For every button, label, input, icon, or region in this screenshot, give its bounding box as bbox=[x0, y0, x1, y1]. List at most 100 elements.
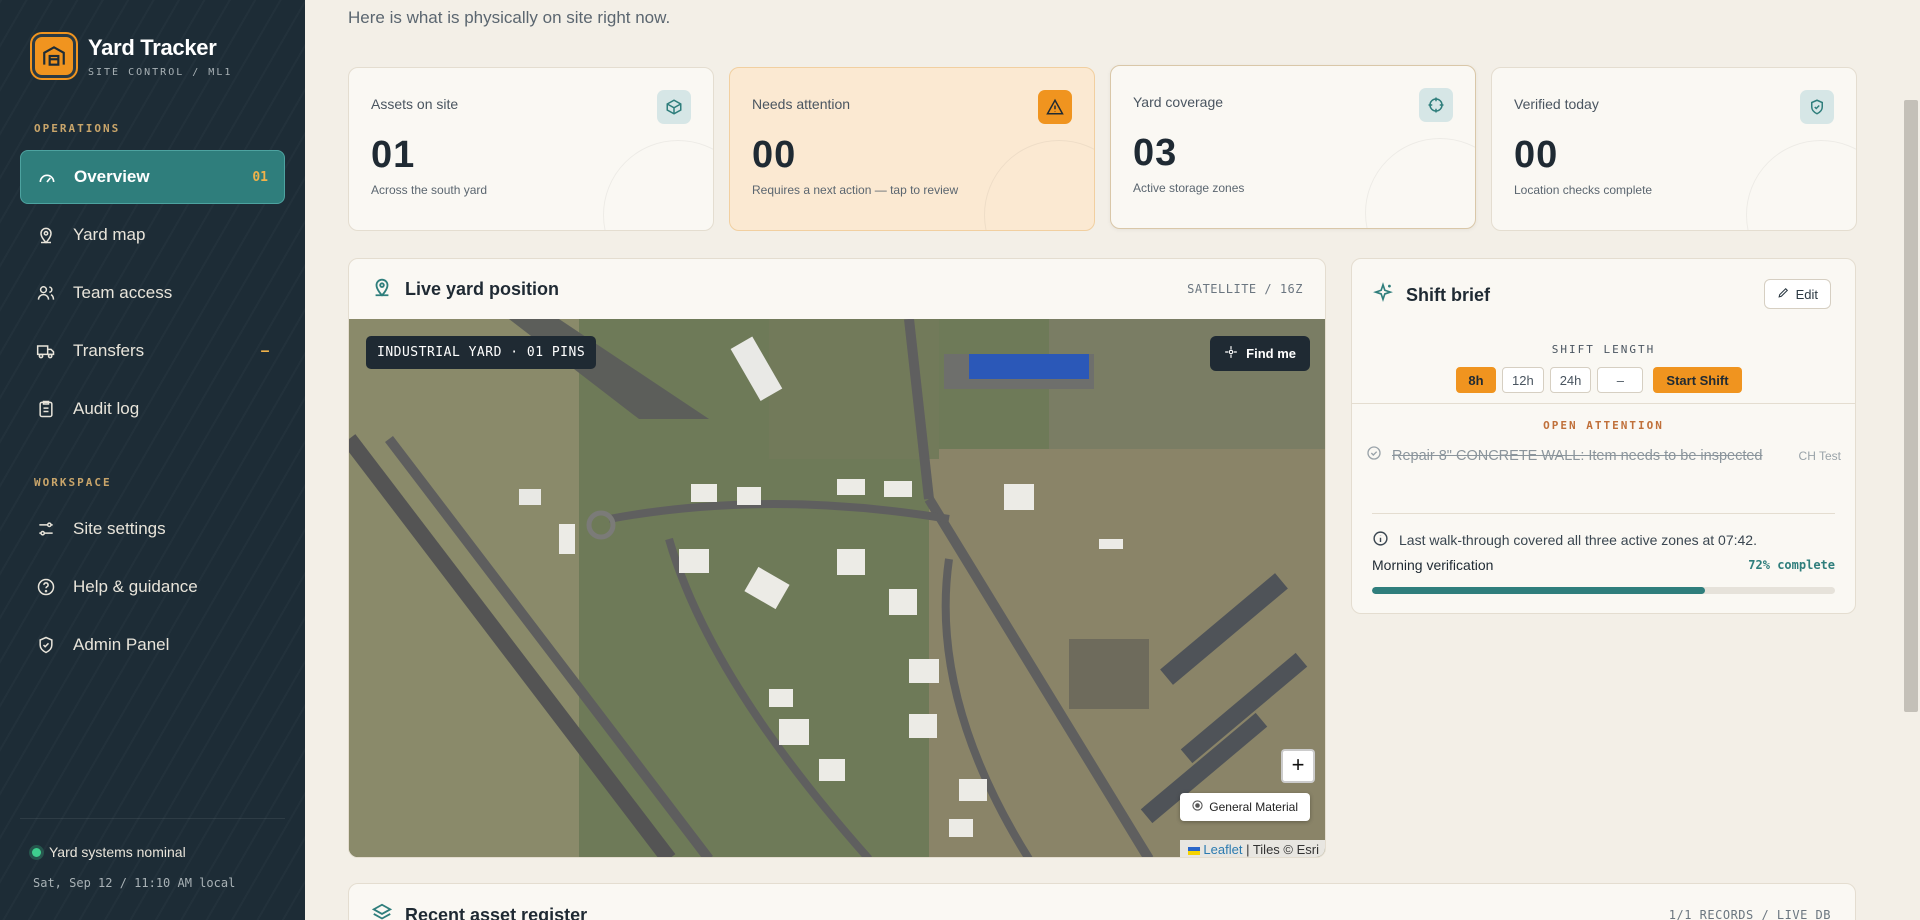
nav-admin-panel[interactable]: Admin Panel bbox=[20, 618, 285, 672]
nav-site-settings[interactable]: Site settings bbox=[20, 502, 285, 556]
sparkles-icon bbox=[1372, 281, 1394, 309]
pencil-icon bbox=[1777, 286, 1790, 302]
stat-card-assets[interactable]: Assets on site 01 Across the south yard bbox=[348, 67, 714, 231]
find-me-label: Find me bbox=[1246, 346, 1296, 361]
nav-overview-badge: 01 bbox=[252, 169, 268, 185]
sliders-icon bbox=[35, 518, 57, 540]
warning-icon bbox=[1038, 90, 1072, 124]
verification-label: Morning verification bbox=[1372, 557, 1494, 573]
users-icon bbox=[35, 282, 57, 304]
stat-label: Verified today bbox=[1514, 96, 1599, 112]
nav-admin-panel-label: Admin Panel bbox=[73, 635, 170, 654]
nav-overview[interactable]: Overview 01 bbox=[20, 150, 285, 204]
shift-length-label: SHIFT LENGTH bbox=[1551, 343, 1656, 356]
warehouse-logo-icon bbox=[32, 34, 76, 78]
map-title: Live yard position bbox=[405, 278, 560, 299]
page-scrollbar[interactable] bbox=[1904, 100, 1918, 712]
shift-brief-title: Shift brief bbox=[1406, 284, 1490, 305]
brand-title: Yard Tracker bbox=[88, 34, 217, 60]
shift-brief-panel: Shift brief Edit SHIFT LENGTH 8h 12h 24h… bbox=[1351, 258, 1856, 614]
stat-label: Needs attention bbox=[752, 96, 851, 112]
walkthrough-note: Last walk-through covered all three acti… bbox=[1372, 513, 1835, 550]
nav-team-access-label: Team access bbox=[73, 283, 173, 302]
shift-option-8h[interactable]: 8h bbox=[1456, 367, 1496, 393]
open-attention-label: OPEN ATTENTION bbox=[1543, 419, 1664, 432]
map-meta: SATELLITE / 16Z bbox=[1187, 282, 1303, 296]
operations-section-label: OPERATIONS bbox=[34, 122, 121, 135]
nav-help[interactable]: Help & guidance bbox=[20, 560, 285, 614]
asset-register-panel: Recent asset register 1/1 RECORDS / LIVE… bbox=[348, 883, 1856, 920]
ukraine-flag-icon bbox=[1187, 846, 1200, 855]
find-me-button[interactable]: Find me bbox=[1210, 336, 1310, 371]
edit-label: Edit bbox=[1795, 286, 1818, 302]
system-status-text: Yard systems nominal bbox=[49, 844, 186, 860]
walkthrough-note-text: Last walk-through covered all three acti… bbox=[1399, 532, 1757, 548]
system-status: Yard systems nominal bbox=[32, 844, 186, 860]
page-intro: Here is what is physically on site right… bbox=[348, 8, 671, 27]
layer-label: General Material bbox=[1209, 800, 1298, 814]
map-pin-icon bbox=[371, 276, 393, 303]
map-attribution: Leaflet | Tiles © Esri bbox=[1179, 840, 1325, 857]
shift-length-selector: 8h 12h 24h – Start Shift bbox=[1456, 367, 1742, 393]
attention-item-owner: CH Test bbox=[1798, 448, 1841, 463]
help-icon bbox=[35, 576, 57, 598]
stat-card-attention[interactable]: Needs attention 00 Requires a next actio… bbox=[729, 67, 1095, 231]
stat-label: Assets on site bbox=[371, 96, 459, 112]
stat-card-coverage[interactable]: Yard coverage 03 Active storage zones bbox=[1110, 65, 1476, 229]
stat-card-verified[interactable]: Verified today 00 Location checks comple… bbox=[1491, 67, 1857, 231]
nav-overview-label: Overview bbox=[74, 167, 150, 186]
nav-transfers-label: Transfers bbox=[73, 341, 145, 360]
nav-site-settings-label: Site settings bbox=[73, 519, 166, 538]
satellite-imagery bbox=[349, 319, 1325, 857]
info-icon bbox=[1372, 530, 1389, 550]
asset-register-title: Recent asset register bbox=[405, 905, 588, 920]
live-yard-panel: Live yard position SATELLITE / 16Z INDUS… bbox=[348, 258, 1326, 858]
tiles-attribution: | Tiles © Esri bbox=[1246, 842, 1319, 857]
edit-brief-button[interactable]: Edit bbox=[1763, 279, 1831, 309]
sidebar: Yard Tracker SITE CONTROL / ML1 OPERATIO… bbox=[0, 0, 305, 920]
workspace-section-label: WORKSPACE bbox=[34, 476, 112, 489]
brand-subtitle: SITE CONTROL / ML1 bbox=[88, 66, 233, 78]
radio-selected-icon bbox=[1192, 800, 1203, 814]
nav-team-access[interactable]: Team access bbox=[20, 266, 285, 320]
shift-option-24h[interactable]: 24h bbox=[1549, 367, 1592, 393]
satellite-map[interactable]: INDUSTRIAL YARD · 01 PINS Find me + Gene… bbox=[349, 319, 1325, 857]
asset-register-meta: 1/1 RECORDS / LIVE DB bbox=[1668, 908, 1831, 920]
verification-row: Morning verification 72% complete bbox=[1372, 557, 1835, 573]
truck-icon bbox=[35, 340, 57, 362]
verification-percent: 72% complete bbox=[1748, 558, 1835, 572]
locate-icon bbox=[1224, 345, 1238, 362]
zoom-in-button[interactable]: + bbox=[1281, 749, 1315, 783]
clipboard-icon bbox=[35, 398, 57, 420]
shift-option-custom[interactable]: – bbox=[1597, 367, 1644, 393]
status-dot-icon bbox=[32, 847, 41, 857]
gauge-icon bbox=[36, 166, 58, 188]
check-circle-icon bbox=[1366, 445, 1382, 466]
nav-audit-log-label: Audit log bbox=[73, 399, 140, 418]
verification-progress-bar bbox=[1372, 587, 1835, 594]
local-datetime: Sat, Sep 12 / 11:10 AM local bbox=[33, 876, 236, 890]
attention-item-text: Repair 8" CONCRETE WALL: Item needs to b… bbox=[1392, 447, 1763, 464]
box-icon bbox=[657, 90, 691, 124]
crosshair-icon bbox=[1419, 88, 1453, 122]
layers-icon bbox=[371, 902, 393, 920]
nav-yard-map[interactable]: Yard map bbox=[20, 208, 285, 262]
shift-option-12h[interactable]: 12h bbox=[1502, 367, 1544, 393]
sidebar-divider bbox=[20, 818, 285, 819]
verification-progress-fill bbox=[1372, 587, 1706, 594]
nav-audit-log[interactable]: Audit log bbox=[20, 382, 285, 436]
layer-toggle[interactable]: General Material bbox=[1180, 793, 1310, 821]
nav-transfers-badge: – bbox=[261, 343, 269, 359]
start-shift-button[interactable]: Start Shift bbox=[1653, 367, 1742, 393]
nav-yard-map-label: Yard map bbox=[73, 225, 146, 244]
attention-item[interactable]: Repair 8" CONCRETE WALL: Item needs to b… bbox=[1366, 445, 1841, 466]
nav-transfers[interactable]: Transfers – bbox=[20, 324, 285, 378]
brief-divider bbox=[1352, 403, 1855, 404]
shield-check-icon bbox=[1800, 90, 1834, 124]
map-pin-icon bbox=[35, 224, 57, 246]
nav-help-label: Help & guidance bbox=[73, 577, 198, 596]
leaflet-link[interactable]: Leaflet bbox=[1203, 842, 1242, 857]
stat-label: Yard coverage bbox=[1133, 94, 1224, 110]
brand[interactable]: Yard Tracker SITE CONTROL / ML1 bbox=[32, 34, 232, 78]
shield-icon bbox=[35, 634, 57, 656]
